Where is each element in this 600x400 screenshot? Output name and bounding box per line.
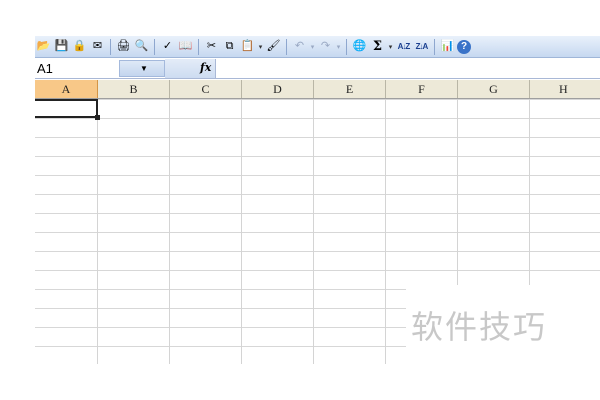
column-divider bbox=[97, 99, 98, 364]
cut-icon[interactable]: ✂ bbox=[203, 38, 220, 55]
redo-dropdown-icon[interactable]: ▾ bbox=[335, 43, 342, 51]
toolbar-separator bbox=[346, 38, 347, 55]
insert-function-icon[interactable]: fx bbox=[200, 61, 211, 74]
paste-dropdown-icon[interactable]: ▾ bbox=[257, 43, 264, 51]
toolbar-separator bbox=[286, 38, 287, 55]
format-painter-icon[interactable]: 🖌 bbox=[265, 38, 282, 55]
redo-icon[interactable]: ↷ bbox=[317, 38, 334, 55]
chart-wizard-icon[interactable]: 📊 bbox=[439, 38, 456, 55]
autosum-icon[interactable]: Σ bbox=[369, 38, 386, 55]
toolbar-separator bbox=[434, 38, 435, 55]
toolbar-separator bbox=[154, 38, 155, 55]
name-box[interactable]: A1 bbox=[35, 59, 119, 78]
column-divider bbox=[169, 99, 170, 364]
sort-descending-icon[interactable]: Z↓A bbox=[413, 38, 430, 55]
formula-bar: A1 ▼ fx bbox=[35, 59, 600, 79]
toolbar-separator bbox=[110, 38, 111, 55]
formula-input[interactable] bbox=[215, 59, 600, 78]
column-header-a[interactable]: A bbox=[35, 80, 98, 98]
formula-button-area: fx bbox=[165, 59, 215, 78]
name-box-dropdown[interactable]: ▼ bbox=[119, 60, 165, 77]
sort-ascending-icon[interactable]: A↓Z bbox=[395, 38, 412, 55]
permission-icon[interactable]: 🔒 bbox=[71, 38, 88, 55]
print-preview-icon[interactable]: 🔍 bbox=[133, 38, 150, 55]
save-icon[interactable]: 💾 bbox=[53, 38, 70, 55]
toolbar-separator bbox=[198, 38, 199, 55]
undo-dropdown-icon[interactable]: ▾ bbox=[309, 43, 316, 51]
spelling-icon[interactable]: ✓ bbox=[159, 38, 176, 55]
column-divider bbox=[313, 99, 314, 364]
fill-handle[interactable] bbox=[95, 115, 100, 120]
column-header-g[interactable]: G bbox=[458, 80, 530, 98]
column-divider bbox=[385, 99, 386, 364]
chevron-down-icon: ▼ bbox=[140, 64, 148, 73]
research-icon[interactable]: 📖 bbox=[177, 38, 194, 55]
column-divider bbox=[529, 99, 530, 285]
column-header-b[interactable]: B bbox=[98, 80, 170, 98]
print-icon[interactable]: 🖨 bbox=[115, 38, 132, 55]
copy-icon[interactable]: ⧉ bbox=[221, 38, 238, 55]
column-header-e[interactable]: E bbox=[314, 80, 386, 98]
standard-toolbar: 📂 💾 🔒 ✉ 🖨 🔍 ✓ 📖 ✂ ⧉ 📋 ▾ 🖌 ↶ ▾ ↷ ▾ 🌐 Σ ▾ … bbox=[35, 36, 600, 58]
watermark-text: 软件技巧 bbox=[411, 308, 548, 346]
column-header-d[interactable]: D bbox=[242, 80, 314, 98]
hyperlink-icon[interactable]: 🌐 bbox=[351, 38, 368, 55]
open-icon[interactable]: 📂 bbox=[35, 38, 52, 55]
paste-icon[interactable]: 📋 bbox=[239, 38, 256, 55]
active-cell-a1[interactable] bbox=[35, 99, 98, 118]
undo-icon[interactable]: ↶ bbox=[291, 38, 308, 55]
email-icon[interactable]: ✉ bbox=[89, 38, 106, 55]
column-header-f[interactable]: F bbox=[386, 80, 458, 98]
help-icon[interactable]: ? bbox=[457, 39, 471, 54]
column-divider bbox=[457, 99, 458, 285]
column-divider bbox=[241, 99, 242, 364]
autosum-dropdown-icon[interactable]: ▾ bbox=[387, 43, 394, 51]
column-headers: A B C D E F G H bbox=[35, 80, 600, 99]
column-header-c[interactable]: C bbox=[170, 80, 242, 98]
column-header-h[interactable]: H bbox=[530, 80, 600, 98]
